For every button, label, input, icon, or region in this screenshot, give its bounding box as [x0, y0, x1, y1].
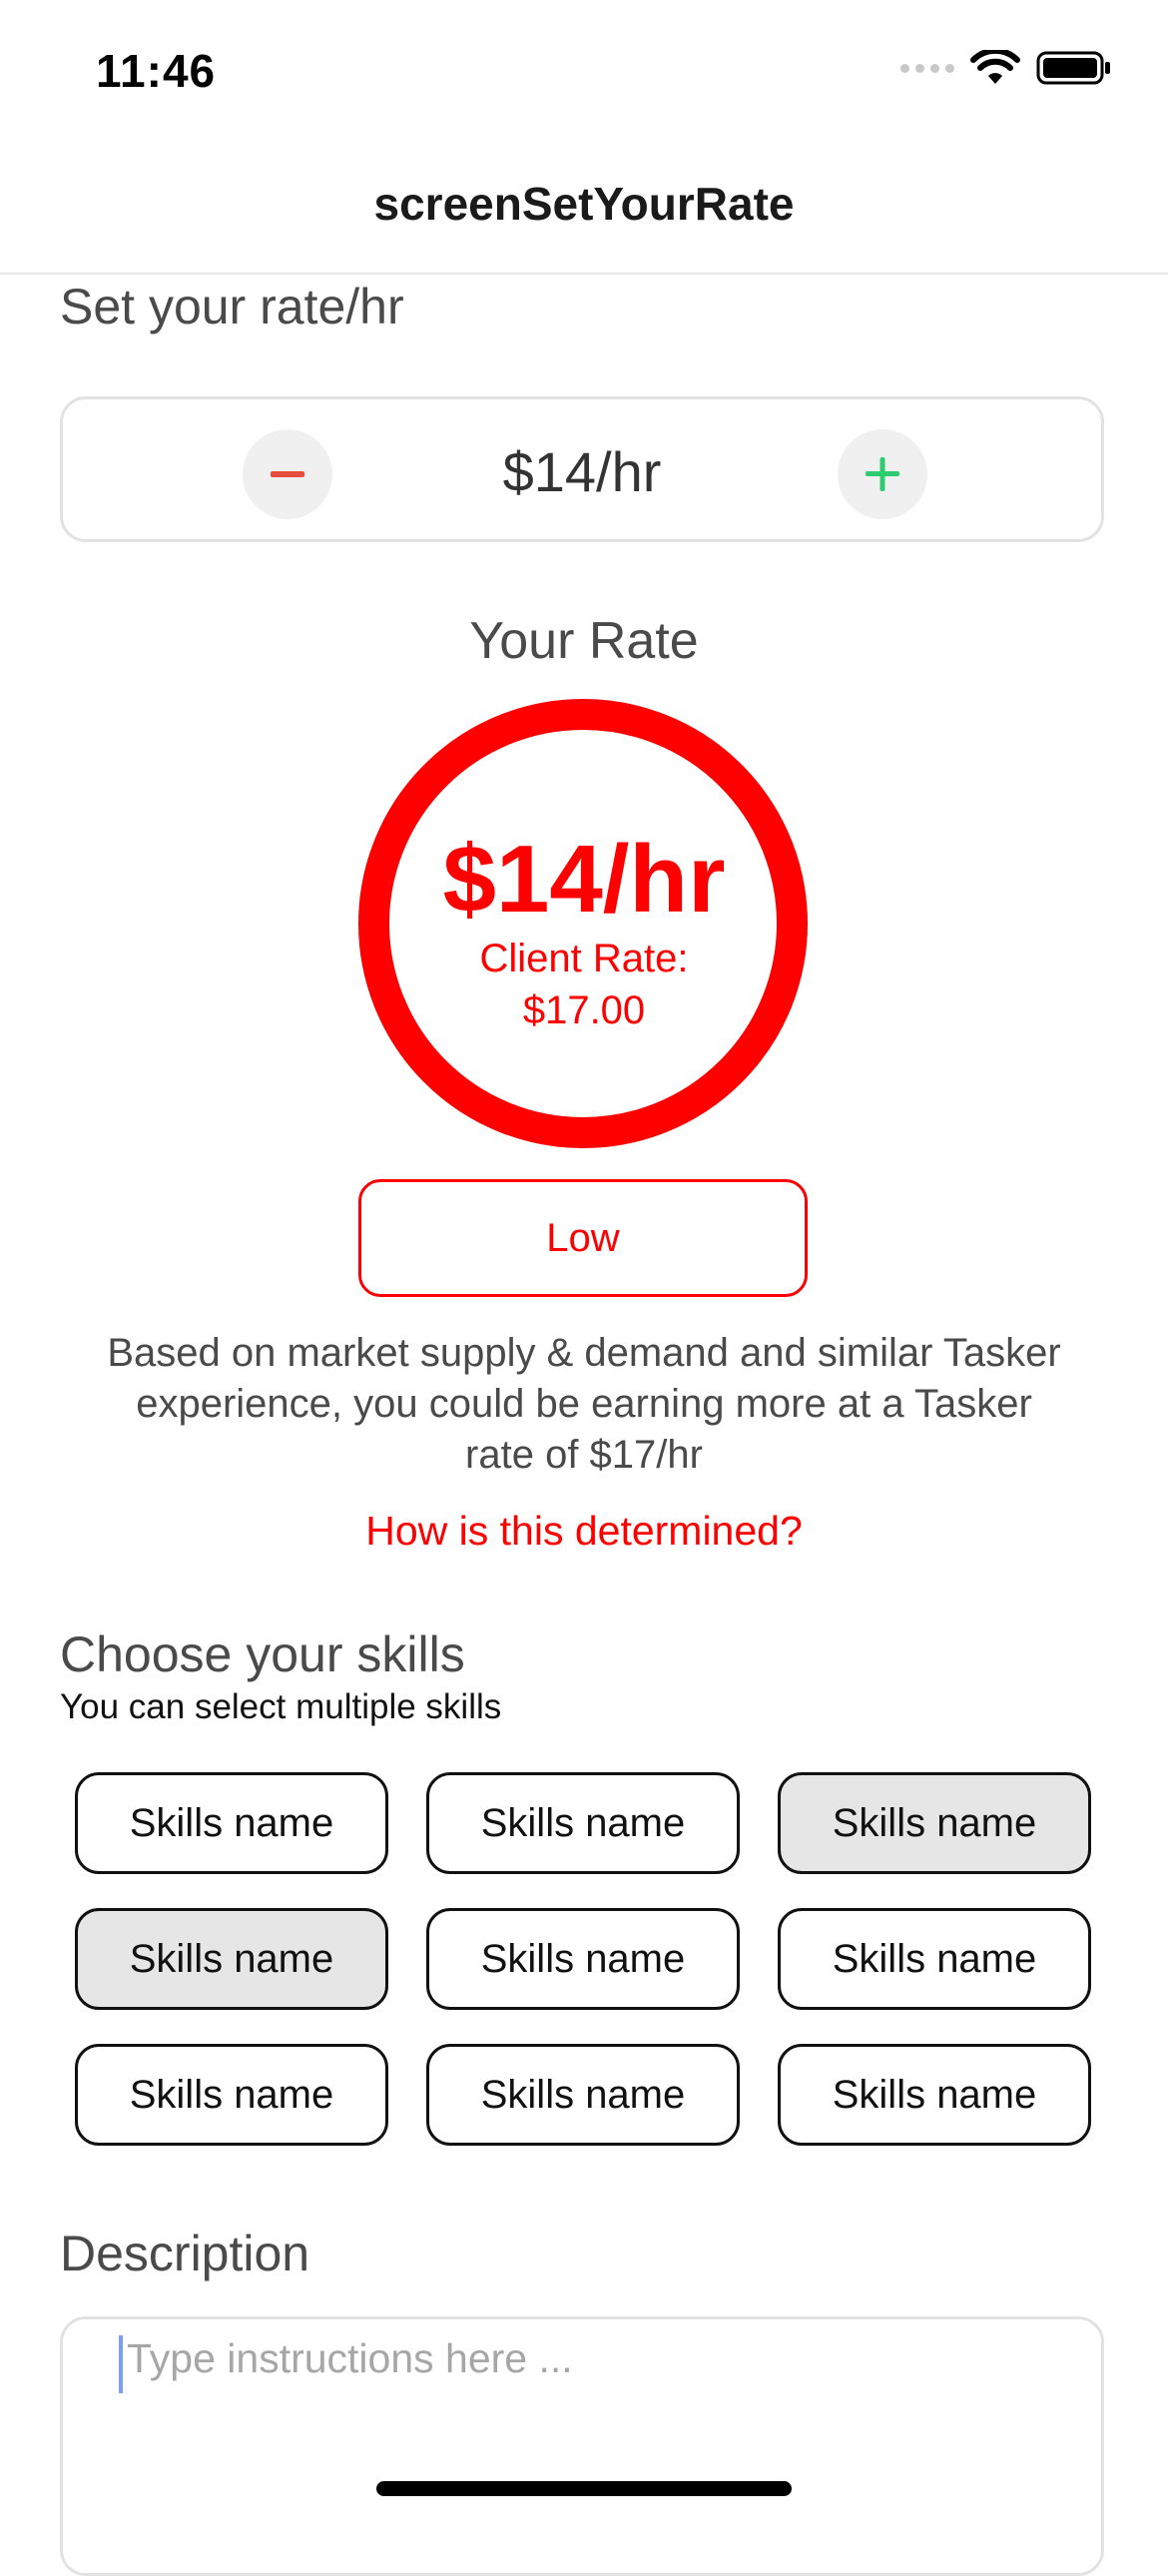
- increase-rate-button[interactable]: [838, 429, 927, 519]
- client-rate-value: $17.00: [522, 988, 646, 1032]
- skill-chip[interactable]: Skills name: [75, 1908, 388, 2010]
- skill-chip[interactable]: Skills name: [426, 1772, 740, 1874]
- status-bar: 11:46: [0, 0, 1168, 140]
- status-time: 11:46: [96, 45, 217, 97]
- rate-amount: $14/hr: [442, 826, 726, 933]
- skill-chip[interactable]: Skills name: [426, 1908, 740, 2010]
- client-rate: Client Rate: $17.00: [0, 933, 1168, 1036]
- skill-chip[interactable]: Skills name: [426, 2044, 740, 2146]
- navigation-bar: screenSetYourRate: [0, 140, 1168, 275]
- your-rate-label: Your Rate: [469, 612, 699, 670]
- skills-title: Choose your skills: [60, 1626, 465, 1682]
- description-placeholder: Type instructions here ...: [127, 2335, 573, 2381]
- skill-chip[interactable]: Skills name: [75, 2044, 388, 2146]
- skill-chip[interactable]: Skills name: [778, 1772, 1091, 1874]
- rate-section-title: Set your rate/hr: [60, 279, 404, 334]
- skill-chip[interactable]: Skills name: [75, 1772, 388, 1874]
- text-caret: [119, 2335, 123, 2393]
- status-icons: [900, 50, 1112, 86]
- page-title: screenSetYourRate: [373, 177, 795, 230]
- wifi-icon: [970, 50, 1020, 84]
- plus-icon: [866, 457, 899, 491]
- battery-icon: [1036, 51, 1110, 85]
- rate-stepper: $14/hr: [60, 396, 1104, 542]
- description-title: Description: [60, 2226, 310, 2281]
- rate-note: Based on market supply & demand and simi…: [107, 1331, 1061, 1477]
- skill-chip[interactable]: Skills name: [778, 1908, 1091, 2010]
- skills-grid: Skills name Skills name Skills name Skil…: [75, 1772, 1091, 2146]
- how-determined-link[interactable]: How is this determined?: [0, 1508, 1168, 1555]
- description-input[interactable]: Type instructions here ...: [60, 2316, 1104, 2576]
- skills-subtitle: You can select multiple skills: [60, 1687, 502, 1726]
- rate-value: $14/hr: [502, 440, 662, 503]
- home-indicator[interactable]: [376, 2481, 792, 2496]
- cellular-signal-icon: [900, 63, 954, 73]
- rate-level-button[interactable]: Low: [358, 1179, 808, 1297]
- client-rate-label: Client Rate:: [479, 937, 689, 980]
- skill-chip[interactable]: Skills name: [778, 2044, 1091, 2146]
